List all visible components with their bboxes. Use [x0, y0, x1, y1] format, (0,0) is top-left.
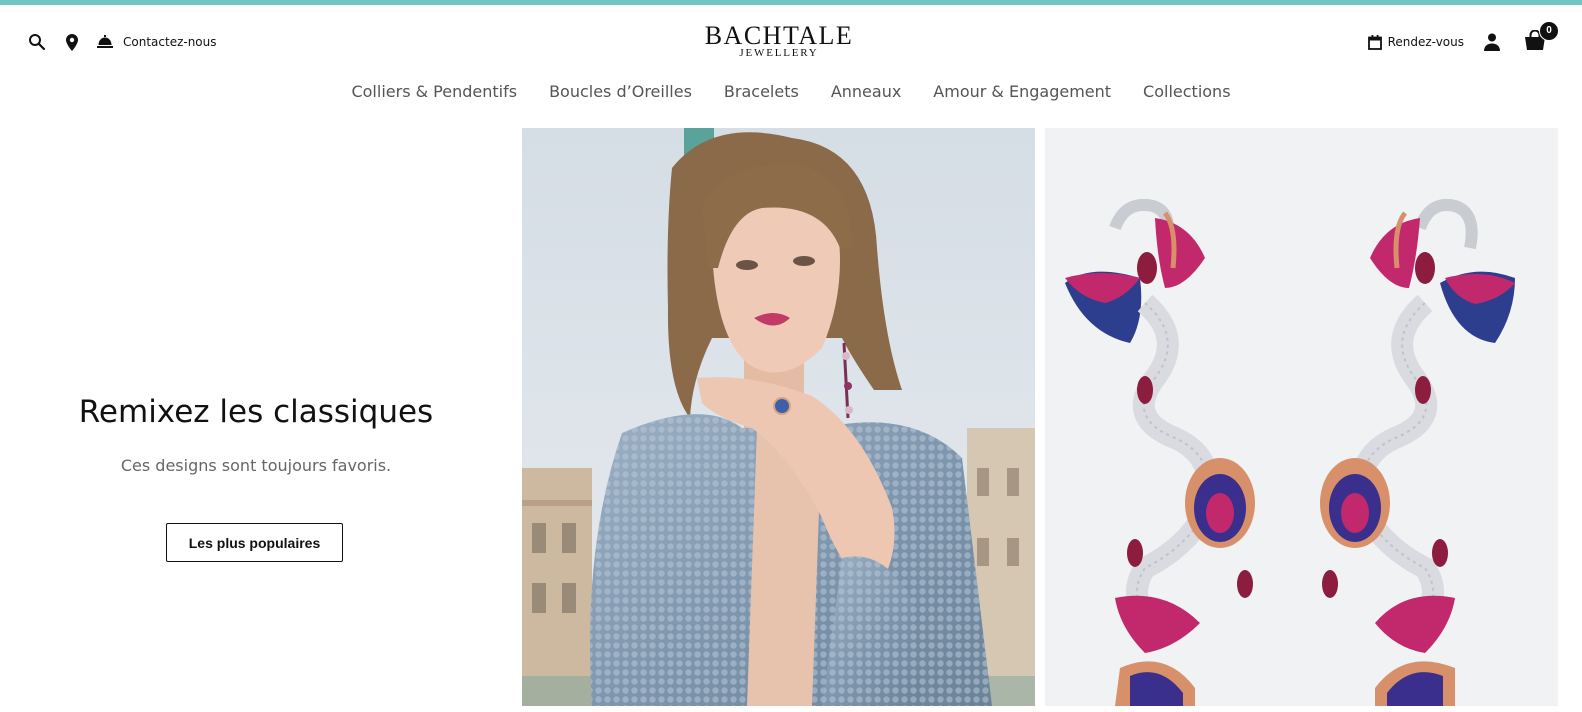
- brand-logo[interactable]: BACHTALE JEWELLERY: [704, 23, 854, 59]
- hero-subtitle: Ces designs sont toujours favoris.: [120, 456, 392, 475]
- nav-boucles-oreilles[interactable]: Boucles d’Oreilles: [549, 82, 692, 101]
- search-icon[interactable]: [27, 32, 47, 52]
- main-navigation: Colliers & Pendentifs Boucles d’Oreilles…: [0, 82, 1582, 101]
- appointment-label: Rendez-vous: [1387, 35, 1464, 49]
- header-utilities-right: Rendez-vous 0: [1367, 20, 1559, 55]
- user-icon[interactable]: [1484, 33, 1500, 51]
- service-bell-icon[interactable]: [95, 32, 115, 52]
- earrings-product-image[interactable]: [1045, 128, 1558, 706]
- nav-collections[interactable]: Collections: [1143, 82, 1230, 101]
- location-pin-icon[interactable]: [62, 32, 82, 52]
- cart-button[interactable]: 0: [1524, 20, 1559, 55]
- appointment-link[interactable]: Rendez-vous: [1367, 34, 1464, 50]
- cart-count-badge: 0: [1539, 20, 1559, 41]
- nav-bracelets[interactable]: Bracelets: [724, 82, 799, 101]
- logo-wordmark: BACHTALE: [704, 21, 854, 50]
- hero-model-image[interactable]: [522, 128, 1035, 706]
- hero-headline: Remixez les classiques: [78, 394, 434, 430]
- calendar-icon: [1367, 34, 1382, 50]
- nav-anneaux[interactable]: Anneaux: [831, 82, 901, 101]
- nav-amour-engagement[interactable]: Amour & Engagement: [933, 82, 1111, 101]
- hero-text-block: Remixez les classiques Ces designs sont …: [0, 128, 512, 706]
- header-utilities-left: Contactez-nous: [27, 31, 217, 53]
- contact-link[interactable]: Contactez-nous: [123, 35, 217, 49]
- top-accent-bar: [0, 0, 1582, 5]
- nav-colliers-pendentifs[interactable]: Colliers & Pendentifs: [351, 82, 517, 101]
- most-popular-button[interactable]: Les plus populaires: [166, 523, 343, 562]
